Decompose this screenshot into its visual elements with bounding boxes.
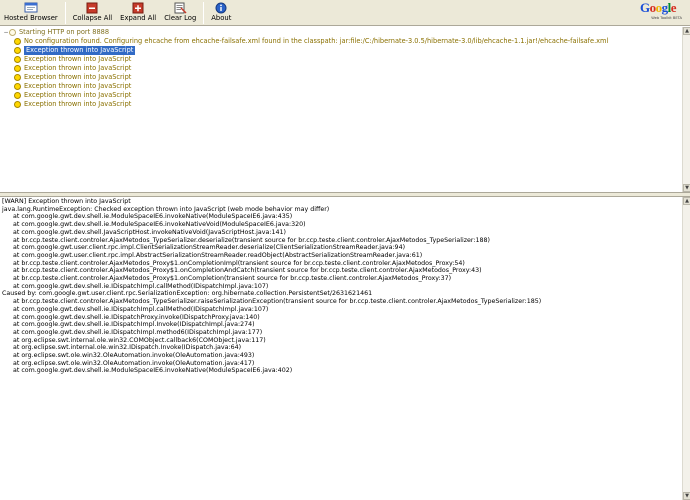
stack-trace-line: at com.google.gwt.user.client.rpc.impl.A…	[13, 251, 423, 259]
collapse-all-button[interactable]: Collapse All	[69, 1, 116, 25]
log-tree-item[interactable]: Exception thrown into JavaScript	[8, 55, 131, 64]
log-tree-item[interactable]: Exception thrown into JavaScript	[8, 82, 131, 91]
log-tree-item-label: Exception thrown into JavaScript	[24, 100, 132, 108]
collapse-all-icon	[85, 2, 99, 14]
stack-trace-line: at org.eclipse.swt.ole.win32.OleAutomati…	[13, 359, 255, 367]
warning-icon	[14, 65, 21, 72]
stack-trace-line: at br.ccp.teste.client.controler.AjaxMet…	[13, 298, 542, 306]
about-label: About	[211, 14, 232, 22]
log-tree-item-label: No configuration found. Configuring ehca…	[24, 37, 609, 45]
clear-log-label: Clear Log	[164, 14, 197, 22]
warning-icon	[14, 92, 21, 99]
clear-log-icon	[173, 2, 187, 14]
gwt-logo: Google Web Toolkit BETA	[640, 1, 684, 25]
stack-trace-line: at com.google.gwt.dev.shell.ie.ModuleSpa…	[13, 367, 293, 375]
scroll-down-arrow-icon[interactable]: ▼	[683, 184, 690, 192]
scroll-up-arrow-icon[interactable]: ▲	[683, 197, 690, 205]
log-details[interactable]: [WARN] Exception thrown into JavaScript j…	[0, 197, 682, 500]
stack-trace-line: at com.google.gwt.dev.shell.ie.IDispatch…	[13, 313, 260, 321]
tree-scrollbar[interactable]: ▲ ▼	[682, 27, 690, 192]
hosted-browser-button[interactable]: Hosted Browser	[0, 1, 62, 25]
log-tree-item[interactable]: − Starting HTTP on port 8888	[3, 28, 109, 37]
details-scrollbar[interactable]: ▲ ▼	[682, 197, 690, 500]
toolbar-separator	[64, 2, 66, 24]
log-tree-item-label: Exception thrown into JavaScript	[24, 55, 132, 63]
stack-trace-line: at org.eclipse.swt.ole.win32.OleAutomati…	[13, 352, 255, 360]
log-tree-item-label: Exception thrown into JavaScript	[24, 46, 136, 55]
warning-icon	[14, 38, 21, 45]
stack-trace-line: at com.google.gwt.dev.shell.ie.IDispatch…	[13, 321, 255, 329]
log-tree-item[interactable]: Exception thrown into JavaScript	[8, 100, 131, 109]
toolbar: Hosted Browser Collapse All Expand All C…	[0, 0, 690, 26]
warning-icon	[14, 56, 21, 63]
logo-subtitle: Web Toolkit BETA	[651, 16, 682, 20]
warning-icon	[14, 101, 21, 108]
expand-all-button[interactable]: Expand All	[116, 1, 160, 25]
warning-icon	[14, 47, 21, 54]
info-icon	[9, 29, 16, 36]
stack-trace-line: at br.ccp.teste.client.controler.AjaxMet…	[13, 275, 452, 283]
google-logo-text: Google	[640, 0, 677, 15]
stack-trace-line: at com.google.gwt.dev.shell.ie.ModuleSpa…	[13, 213, 293, 221]
about-icon	[214, 2, 228, 14]
about-button[interactable]: About	[207, 1, 235, 25]
expand-all-label: Expand All	[120, 14, 157, 22]
log-tree-item[interactable]: Exception thrown into JavaScript	[8, 73, 131, 82]
stack-trace-line: [WARN] Exception thrown into JavaScript	[2, 198, 131, 205]
logo-badge: BETA	[672, 16, 682, 20]
log-tree-item-label: Starting HTTP on port 8888	[19, 28, 110, 36]
stack-trace-line: at br.ccp.teste.client.controler.AjaxMet…	[13, 236, 490, 244]
log-tree-item[interactable]: No configuration found. Configuring ehca…	[8, 37, 608, 46]
stack-trace-line: Caused by: com.google.gwt.user.client.rp…	[2, 290, 373, 298]
stack-trace-line: at com.google.gwt.dev.shell.ie.IDispatch…	[13, 282, 269, 290]
stack-trace-line: at com.google.gwt.dev.shell.ie.IDispatch…	[13, 328, 263, 336]
clear-log-button[interactable]: Clear Log	[160, 1, 200, 25]
hosted-browser-label: Hosted Browser	[4, 14, 58, 22]
logo-sub-text: Web Toolkit	[651, 16, 672, 20]
warning-icon	[14, 83, 21, 90]
expand-all-icon	[131, 2, 145, 14]
log-tree-item[interactable]: Exception thrown into JavaScript	[8, 91, 131, 100]
stack-trace-line: at org.eclipse.swt.internal.ole.win32.ID…	[13, 344, 242, 352]
stack-trace-line: at com.google.gwt.user.client.rpc.impl.C…	[13, 244, 406, 252]
scroll-up-arrow-icon[interactable]: ▲	[683, 27, 690, 35]
log-tree-item-label: Exception thrown into JavaScript	[24, 73, 132, 81]
warning-icon	[14, 74, 21, 81]
log-tree-item[interactable]: Exception thrown into JavaScript	[8, 46, 136, 55]
log-tree-item-label: Exception thrown into JavaScript	[24, 82, 132, 90]
log-tree-item-label: Exception thrown into JavaScript	[24, 64, 132, 72]
log-tree-item[interactable]: Exception thrown into JavaScript	[8, 64, 131, 73]
hosted-browser-icon	[24, 2, 38, 14]
stack-trace-line: at com.google.gwt.dev.shell.JavaScriptHo…	[13, 228, 286, 236]
stack-trace-line: at com.google.gwt.dev.shell.ie.ModuleSpa…	[13, 221, 306, 229]
toolbar-separator	[203, 2, 205, 24]
stack-trace-line: at br.ccp.teste.client.controler.AjaxMet…	[13, 259, 465, 267]
log-tree-item-label: Exception thrown into JavaScript	[24, 91, 132, 99]
stack-trace-line: at com.google.gwt.dev.shell.ie.IDispatch…	[13, 305, 269, 313]
scroll-down-arrow-icon[interactable]: ▼	[683, 492, 690, 500]
stack-trace-line: at org.eclipse.swt.internal.ole.win32.CO…	[13, 336, 266, 344]
log-tree[interactable]: − Starting HTTP on port 8888 No configurat…	[0, 27, 682, 192]
stack-trace-line: at br.ccp.teste.client.controler.AjaxMet…	[13, 267, 482, 275]
collapse-all-label: Collapse All	[72, 14, 113, 22]
stack-trace-line: java.lang.RuntimeException: Checked exce…	[2, 205, 330, 213]
